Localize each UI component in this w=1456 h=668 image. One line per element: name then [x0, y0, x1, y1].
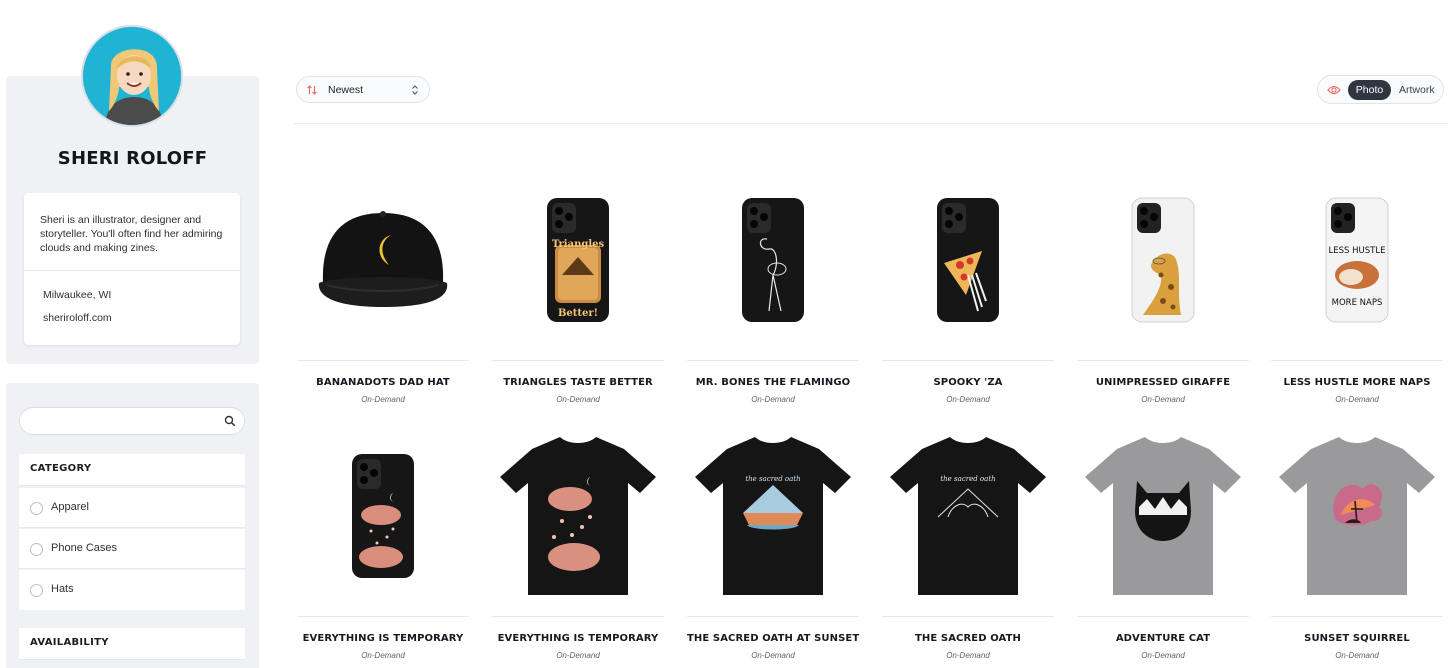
- product-availability: On-Demand: [1335, 651, 1379, 660]
- category-option-label: Apparel: [51, 501, 89, 513]
- product-divider: [1271, 616, 1443, 617]
- category-option-label: Hats: [51, 583, 74, 595]
- bio-card: Sheri is an illustrator, designer and st…: [24, 193, 240, 345]
- product-card[interactable]: EVERYTHING IS TEMPORARY On-Demand: [297, 381, 469, 660]
- toolbar-divider: [294, 123, 1448, 124]
- product-availability: On-Demand: [1141, 651, 1185, 660]
- product-availability: On-Demand: [361, 651, 405, 660]
- product-title[interactable]: EVERYTHING IS TEMPORARY: [297, 633, 469, 644]
- product-divider: [492, 616, 664, 617]
- product-card[interactable]: SPOOKY 'ZA On-Demand: [882, 125, 1054, 404]
- product-divider: [1077, 360, 1249, 361]
- product-divider: [1271, 360, 1443, 361]
- product-image[interactable]: [297, 381, 469, 606]
- product-availability: On-Demand: [946, 651, 990, 660]
- category-option-hats[interactable]: Hats: [19, 570, 245, 610]
- product-divider: [882, 360, 1054, 361]
- product-image[interactable]: [1077, 381, 1249, 606]
- product-availability: On-Demand: [556, 651, 600, 660]
- search-icon[interactable]: [224, 415, 236, 427]
- chevron-updown-icon: [412, 85, 418, 95]
- product-title[interactable]: THE SACRED OATH: [882, 633, 1054, 644]
- product-divider: [687, 360, 859, 361]
- product-image[interactable]: [1077, 125, 1249, 350]
- product-image[interactable]: [297, 125, 469, 350]
- artist-website-link[interactable]: sheriroloff.com: [43, 312, 112, 324]
- radio-hats[interactable]: [30, 584, 43, 597]
- search-field[interactable]: [19, 407, 245, 435]
- filter-panel: CATEGORY Apparel Phone Cases Hats AVAILA…: [6, 383, 259, 668]
- product-image[interactable]: the sacred oath: [882, 381, 1054, 606]
- product-title[interactable]: EVERYTHING IS TEMPORARY: [492, 633, 664, 644]
- product-card[interactable]: LESS HUSTLE MORE NAPS LESS HUSTLE MORE N…: [1271, 125, 1443, 404]
- category-option-label: Phone Cases: [51, 542, 118, 554]
- product-card[interactable]: BANANADOTS DAD HAT On-Demand: [297, 125, 469, 404]
- radio-apparel[interactable]: [30, 502, 43, 515]
- product-image[interactable]: [687, 125, 859, 350]
- product-image[interactable]: LESS HUSTLE MORE NAPS: [1271, 125, 1443, 350]
- view-toggle: Photo Artwork: [1317, 75, 1444, 104]
- artwork-text-more-naps: MORE NAPS: [1332, 298, 1383, 308]
- product-availability: On-Demand: [751, 651, 795, 660]
- sort-select[interactable]: Newest: [296, 76, 430, 103]
- radio-phone-cases[interactable]: [30, 543, 43, 556]
- product-divider: [882, 616, 1054, 617]
- product-divider: [297, 360, 469, 361]
- product-image[interactable]: [882, 125, 1054, 350]
- product-divider: [297, 616, 469, 617]
- product-card[interactable]: the sacred oath THE SACRED OATH AT SUNSE…: [687, 381, 859, 660]
- category-option-apparel[interactable]: Apparel: [19, 488, 245, 528]
- product-image[interactable]: [1271, 381, 1443, 606]
- avatar: [81, 25, 183, 127]
- bio-divider: [24, 270, 240, 271]
- product-card[interactable]: ADVENTURE CAT On-Demand: [1077, 381, 1249, 660]
- search-input[interactable]: [30, 412, 220, 430]
- product-card[interactable]: SUNSET SQUIRREL On-Demand: [1271, 381, 1443, 660]
- artwork-text-better: Better!: [558, 308, 598, 319]
- product-divider: [687, 616, 859, 617]
- artist-bio: Sheri is an illustrator, designer and st…: [40, 214, 223, 254]
- product-card[interactable]: EVERYTHING IS TEMPORARY On-Demand: [492, 381, 664, 660]
- product-divider: [1077, 616, 1249, 617]
- category-title: CATEGORY: [30, 463, 92, 474]
- category-option-phone-cases[interactable]: Phone Cases: [19, 529, 245, 569]
- view-photo-button[interactable]: Photo: [1348, 80, 1391, 100]
- product-title[interactable]: THE SACRED OATH AT SUNSET: [687, 633, 859, 644]
- product-divider: [492, 360, 664, 361]
- product-card[interactable]: UNIMPRESSED GIRAFFE On-Demand: [1077, 125, 1249, 404]
- artist-location: Milwaukee, WI: [43, 289, 112, 301]
- artwork-text-oath: the sacred oath: [940, 475, 995, 483]
- product-title[interactable]: SUNSET SQUIRREL: [1271, 633, 1443, 644]
- artwork-text-less-hustle: LESS HUSTLE: [1329, 246, 1386, 256]
- artwork-text-triangles: Triangles: [552, 239, 605, 250]
- artwork-text-oath-sunset: the sacred oath: [745, 475, 800, 483]
- eye-icon: [1327, 85, 1341, 95]
- product-image[interactable]: [492, 381, 664, 606]
- product-card[interactable]: the sacred oath THE SACRED OATH On-Deman…: [882, 381, 1054, 660]
- sort-arrows-icon: [307, 85, 317, 95]
- product-image[interactable]: Triangles Better!: [492, 125, 664, 350]
- product-card[interactable]: MR. BONES THE FLAMINGO On-Demand: [687, 125, 859, 404]
- product-image[interactable]: the sacred oath: [687, 381, 859, 606]
- view-artwork-button[interactable]: Artwork: [1399, 84, 1435, 96]
- availability-title: AVAILABILITY: [30, 637, 109, 648]
- availability-filter-header[interactable]: AVAILABILITY: [19, 628, 245, 660]
- product-title[interactable]: ADVENTURE CAT: [1077, 633, 1249, 644]
- sort-selected-value: Newest: [328, 84, 364, 96]
- artist-name: SHERI ROLOFF: [57, 148, 208, 169]
- product-card[interactable]: Triangles Better! TRIANGLES TASTE BETTER…: [492, 125, 664, 404]
- category-filter-header[interactable]: CATEGORY: [19, 454, 245, 486]
